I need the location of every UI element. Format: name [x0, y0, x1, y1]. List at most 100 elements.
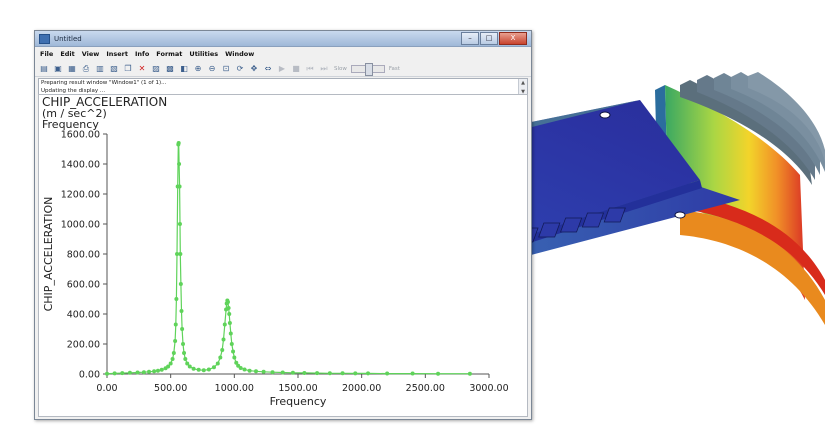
data-point	[147, 369, 152, 374]
data-point	[112, 371, 117, 376]
menu-info[interactable]: Info	[135, 50, 149, 58]
menu-bar: File Edit View Insert Info Format Utilit…	[35, 47, 531, 61]
graph-icon[interactable]: ▨	[150, 63, 162, 74]
print-icon[interactable]: ⎙	[80, 63, 92, 74]
data-point	[177, 162, 182, 166]
stop-icon[interactable]: ■	[290, 63, 302, 74]
message-line: Preparing result window "Window1" (1 of …	[41, 80, 167, 86]
title-bar[interactable]: Untitled – □ X	[35, 31, 531, 47]
data-point	[302, 370, 307, 375]
data-point	[180, 327, 185, 331]
minimize-button[interactable]: –	[461, 32, 479, 45]
delete-icon[interactable]: ✕	[136, 63, 148, 74]
y-axis-label: CHIP_ACCELERATION	[42, 197, 55, 312]
data-point	[168, 361, 173, 366]
data-point	[173, 322, 178, 327]
data-point	[141, 370, 146, 375]
data-point	[366, 371, 371, 376]
data-point	[159, 367, 164, 372]
data-point	[152, 369, 157, 374]
data-point	[181, 342, 186, 346]
menu-file[interactable]: File	[40, 50, 53, 58]
speed-fast-label: Fast	[388, 65, 400, 72]
x-tick-label: 2500.00	[406, 383, 445, 394]
data-point	[191, 366, 196, 371]
close-button[interactable]: X	[499, 32, 527, 45]
data-point	[280, 370, 285, 375]
data-point	[247, 368, 252, 373]
data-point	[436, 371, 441, 376]
data-point	[270, 370, 275, 375]
data-point	[220, 348, 225, 352]
zoom-out-icon[interactable]: ⊖	[206, 63, 218, 74]
speed-slider-thumb[interactable]	[364, 62, 373, 76]
menu-utilities[interactable]: Utilities	[189, 50, 218, 58]
data-point	[174, 297, 179, 301]
data-point	[135, 370, 140, 375]
y-tick-label: 0.00	[79, 370, 100, 381]
data-point	[315, 371, 320, 376]
menu-view[interactable]: View	[82, 50, 100, 58]
copy-icon[interactable]: ❐	[122, 63, 134, 74]
data-point	[211, 365, 216, 370]
y-tick-label: 1600.00	[61, 130, 100, 141]
data-point	[327, 371, 332, 376]
data-point	[127, 370, 132, 375]
data-point	[227, 312, 232, 316]
step-back-icon[interactable]: ⏮	[304, 63, 316, 74]
menu-insert[interactable]: Insert	[106, 50, 128, 58]
data-point	[201, 368, 206, 373]
speed-slow-label: Slow	[334, 65, 347, 72]
menu-window[interactable]: Window	[225, 50, 254, 58]
data-point	[467, 371, 472, 376]
table-icon[interactable]: ▧	[108, 63, 120, 74]
export-icon[interactable]: ▥	[94, 63, 106, 74]
data-point	[232, 355, 237, 360]
pan-icon[interactable]: ✥	[248, 63, 260, 74]
y-tick-label: 600.00	[67, 280, 100, 291]
y-tick-label: 1400.00	[61, 160, 100, 171]
data-point	[155, 368, 160, 373]
window-title: Untitled	[54, 34, 82, 43]
speed-slider[interactable]	[350, 62, 385, 76]
y-tick-label: 800.00	[67, 250, 100, 261]
app-icon	[39, 33, 50, 44]
data-point	[226, 306, 231, 310]
play-icon[interactable]: ▶	[276, 63, 288, 74]
data-point	[238, 366, 243, 370]
series-line	[106, 142, 470, 375]
zoom-in-icon[interactable]: ⊕	[192, 63, 204, 74]
x-tick-label: 1000.00	[215, 383, 254, 394]
zoom-fit-icon[interactable]: ⊡	[220, 63, 232, 74]
x-tick-label: 0.00	[96, 383, 117, 394]
data-point	[231, 349, 236, 354]
data-point	[182, 351, 187, 355]
data-point	[176, 141, 181, 145]
data-point	[177, 222, 182, 226]
x-axis-label: Frequency	[270, 395, 327, 408]
data-point	[178, 282, 183, 286]
view-icon[interactable]: ◧	[178, 63, 190, 74]
x-tick-label: 2000.00	[342, 383, 381, 394]
save-as-icon[interactable]: ▦	[66, 63, 78, 74]
rotate-icon[interactable]: ⟳	[234, 63, 246, 74]
step-forward-icon[interactable]: ⏭	[318, 63, 330, 74]
open-icon[interactable]: ▤	[38, 63, 50, 74]
x-tick-label: 500.00	[154, 383, 187, 394]
data-point	[227, 321, 232, 325]
fit-icon[interactable]: ⇔	[262, 63, 274, 74]
save-icon[interactable]: ▣	[52, 63, 64, 74]
menu-edit[interactable]: Edit	[60, 50, 74, 58]
data-point	[215, 361, 220, 366]
data-point	[177, 184, 182, 189]
x-tick-label: 3000.00	[469, 383, 508, 394]
menu-format[interactable]: Format	[156, 50, 182, 58]
data-point	[242, 367, 247, 372]
maximize-button[interactable]: □	[480, 32, 498, 45]
data-point	[171, 351, 176, 355]
result-window: Untitled – □ X File Edit View Insert Inf…	[34, 30, 532, 420]
data-point	[228, 331, 233, 336]
graph-edit-icon[interactable]: ▩	[164, 63, 176, 74]
data-point	[105, 371, 109, 376]
data-point	[290, 370, 295, 375]
